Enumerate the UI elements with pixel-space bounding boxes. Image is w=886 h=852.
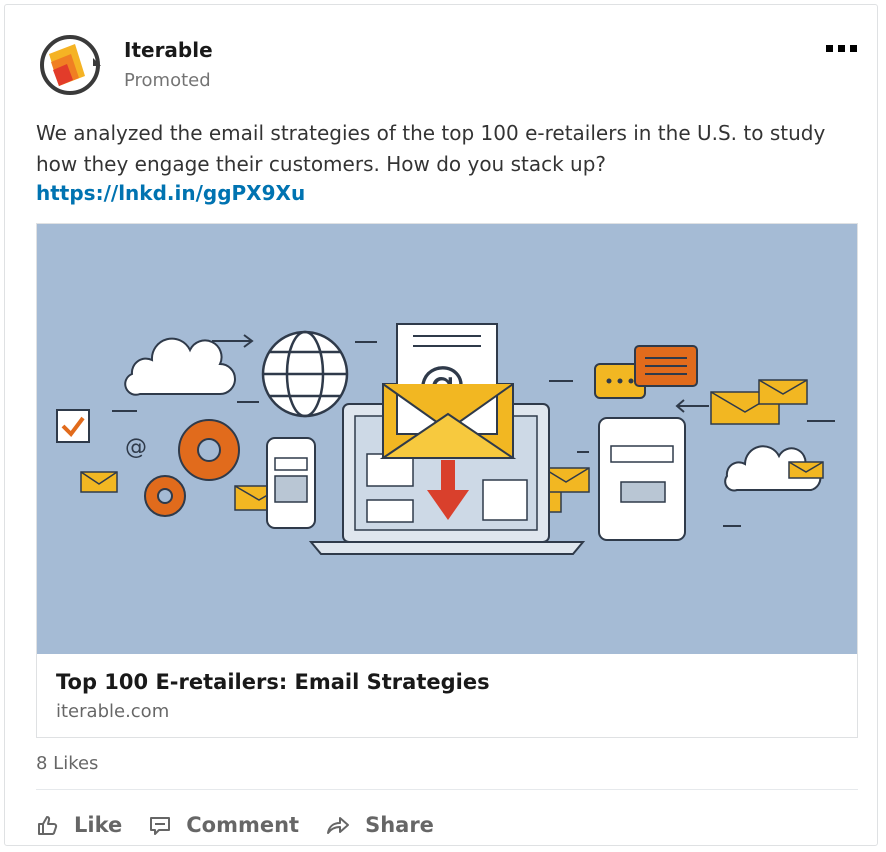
- more-icon: [850, 44, 857, 52]
- post-body-text: We analyzed the email strategies of the …: [36, 121, 826, 176]
- article-preview[interactable]: @ Top 100 E-retailers: Email Strategies …: [36, 223, 858, 738]
- email-illustration: @: [56, 323, 835, 555]
- comment-label: Comment: [186, 813, 300, 837]
- actions-divider: [36, 789, 858, 790]
- share-button[interactable]: Share: [325, 813, 434, 837]
- article-domain: iterable.com: [56, 701, 170, 722]
- comment-icon: [150, 817, 171, 835]
- more-options-button[interactable]: [817, 38, 857, 58]
- post-link[interactable]: https://lnkd.in/ggPX9Xu: [36, 181, 305, 205]
- thumbs-up-icon: [38, 816, 58, 835]
- post-header: Iterable Promoted: [37, 32, 857, 102]
- like-label: Like: [74, 813, 123, 837]
- company-logo[interactable]: [37, 32, 103, 98]
- at-symbol-small: @: [125, 435, 147, 460]
- company-name[interactable]: Iterable: [124, 38, 213, 62]
- share-arrow-icon: [327, 817, 350, 834]
- share-label: Share: [365, 813, 434, 837]
- comment-button[interactable]: Comment: [148, 813, 299, 837]
- feed-post-card: Iterable Promoted We analyzed the email …: [4, 4, 878, 846]
- article-image[interactable]: @: [37, 224, 857, 654]
- social-actions-bar: Like Comment Share: [36, 805, 460, 845]
- promoted-label: Promoted: [124, 70, 211, 91]
- like-button[interactable]: Like: [36, 813, 122, 837]
- article-title[interactable]: Top 100 E-retailers: Email Strategies: [56, 670, 490, 694]
- more-icon: [838, 44, 845, 52]
- likes-count[interactable]: 8 Likes: [36, 753, 98, 774]
- more-icon: [826, 44, 833, 52]
